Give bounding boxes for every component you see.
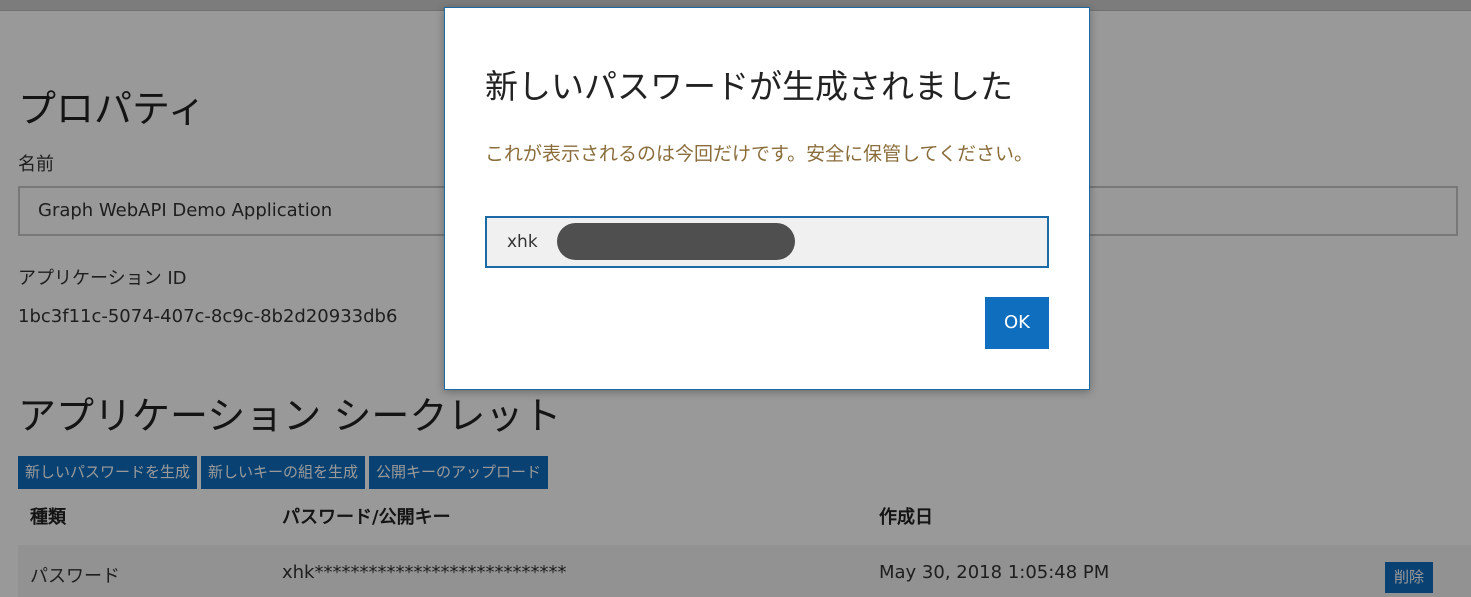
ok-button[interactable]: OK bbox=[985, 297, 1049, 349]
dialog-warning: これが表示されるのは今回だけです。安全に保管してください。 bbox=[485, 143, 1033, 165]
new-password-dialog: 新しいパスワードが生成されました これが表示されるのは今回だけです。安全に保管し… bbox=[444, 7, 1090, 390]
redaction-mark bbox=[557, 223, 795, 260]
password-field-value: xhk bbox=[507, 232, 538, 252]
password-field[interactable]: xhk bbox=[485, 216, 1049, 268]
dialog-title: 新しいパスワードが生成されました bbox=[485, 67, 1013, 106]
